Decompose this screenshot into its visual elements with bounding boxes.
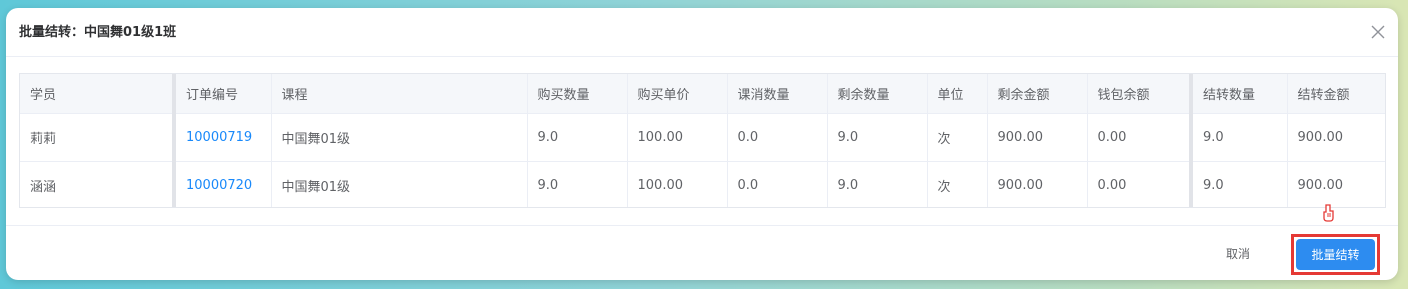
column-header-wallet-balance: 钱包余额 <box>1087 74 1193 114</box>
cell-buy-qty: 9.0 <box>527 113 628 162</box>
column-header-transfer-qty: 结转数量 <box>1191 74 1288 114</box>
column-header-student: 学员 <box>20 74 176 114</box>
cell-remain-amount: 900.00 <box>987 161 1088 207</box>
dialog-title: 批量结转：中国舞01级1班 <box>19 25 177 40</box>
order-no-link[interactable]: 10000719 <box>186 130 252 145</box>
batch-transfer-dialog: 批量结转：中国舞01级1班 学员 订单编号 课程 购买数量 购买单价 课消数量 … <box>6 8 1398 280</box>
cell-remain-amount: 900.00 <box>987 113 1088 162</box>
dialog-header: 批量结转：中国舞01级1班 <box>6 8 1398 57</box>
cell-course: 中国舞01级 <box>271 113 528 162</box>
column-header-course: 课程 <box>271 74 528 114</box>
order-no-link[interactable]: 10000720 <box>186 178 252 193</box>
cell-buy-qty: 9.0 <box>527 161 628 207</box>
table-row: 涵涵 10000720 中国舞01级 9.0 100.00 0.0 9.0 次 … <box>20 161 1385 207</box>
cell-wallet-balance: 0.00 <box>1087 161 1193 207</box>
cell-unit-price: 100.00 <box>627 113 728 162</box>
dialog-footer: 取消 批量结转 <box>6 225 1398 281</box>
column-header-transfer-amount: 结转金额 <box>1287 74 1385 114</box>
cell-remain-qty: 9.0 <box>827 113 928 162</box>
cell-student: 莉莉 <box>20 113 176 162</box>
table-header-row: 学员 订单编号 课程 购买数量 购买单价 课消数量 剩余数量 单位 剩余金额 钱… <box>20 74 1385 114</box>
column-header-remain-qty: 剩余数量 <box>827 74 928 114</box>
column-header-unit-price: 购买单价 <box>627 74 728 114</box>
close-icon[interactable] <box>1368 22 1388 42</box>
cell-transfer-amount: 900.00 <box>1297 177 1344 193</box>
cell-unit: 次 <box>927 113 988 162</box>
cancel-button[interactable]: 取消 <box>1226 245 1250 262</box>
column-header-remain-amount: 剩余金额 <box>987 74 1088 114</box>
cell-transfer-amount: 900.00 <box>1287 113 1385 162</box>
cell-student: 涵涵 <box>20 161 176 207</box>
cell-unit: 次 <box>927 161 988 207</box>
hand-pointer-icon <box>1321 204 1337 222</box>
cell-course: 中国舞01级 <box>271 161 528 207</box>
column-header-buy-qty: 购买数量 <box>527 74 628 114</box>
cell-transfer-qty: 9.0 <box>1191 113 1288 162</box>
column-header-unit: 单位 <box>927 74 988 114</box>
column-header-consumed-qty: 课消数量 <box>727 74 828 114</box>
cell-unit-price: 100.00 <box>627 161 728 207</box>
cell-remain-qty: 9.0 <box>827 161 928 207</box>
cell-transfer-qty: 9.0 <box>1191 161 1288 207</box>
batch-transfer-button[interactable]: 批量结转 <box>1296 239 1375 270</box>
cell-wallet-balance: 0.00 <box>1087 113 1193 162</box>
column-header-order-no: 订单编号 <box>174 74 272 114</box>
cell-consumed-qty: 0.0 <box>727 113 828 162</box>
table-row: 莉莉 10000719 中国舞01级 9.0 100.00 0.0 9.0 次 … <box>20 113 1385 162</box>
cell-consumed-qty: 0.0 <box>727 161 828 207</box>
transfer-table: 学员 订单编号 课程 购买数量 购买单价 课消数量 剩余数量 单位 剩余金额 钱… <box>19 73 1386 208</box>
